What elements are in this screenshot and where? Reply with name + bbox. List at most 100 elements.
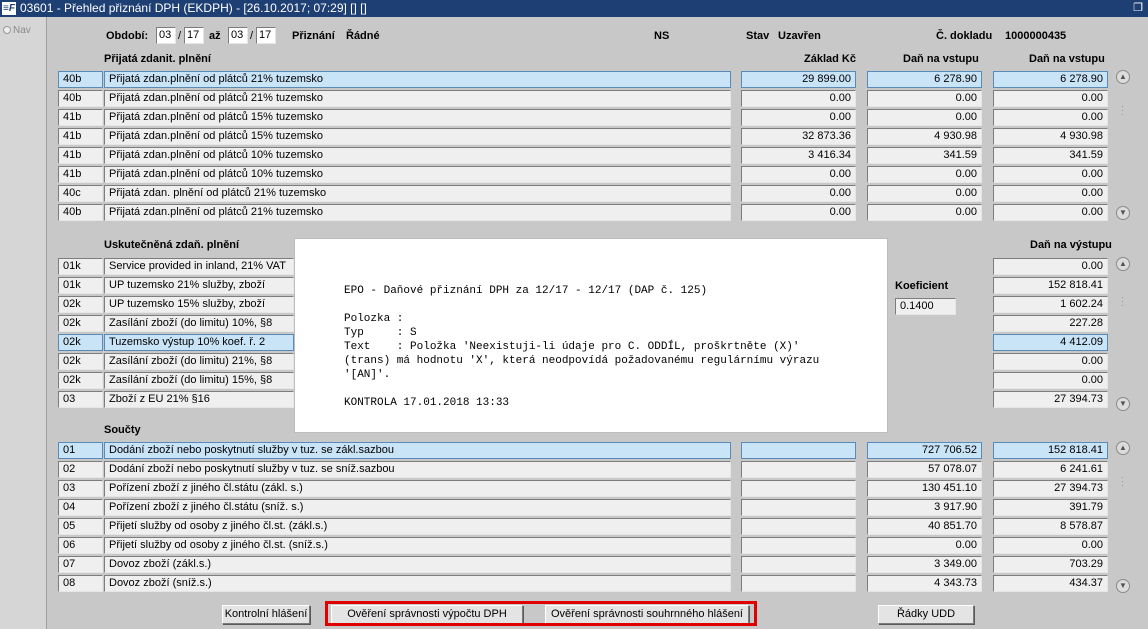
row-label-cell[interactable]: UP tuzemsko 15% služby, zboží — [104, 296, 294, 313]
row-label-cell[interactable]: Přijatá zdan.plnění od plátců 15% tuzems… — [104, 128, 731, 145]
dan-vstup-2-cell[interactable]: 0.00 — [993, 204, 1108, 221]
dan-vystup-cell[interactable]: 152 818.41 — [993, 277, 1108, 294]
dan-vstup-cell[interactable]: 0.00 — [867, 204, 982, 221]
empty-cell[interactable] — [741, 442, 856, 459]
dan-vstup-2-cell[interactable]: 6 278.90 — [993, 71, 1108, 88]
empty-cell[interactable] — [741, 537, 856, 554]
empty-cell[interactable] — [741, 461, 856, 478]
window-restore-icon[interactable]: ❐ — [1132, 2, 1144, 14]
row-label-cell[interactable]: Zasílání zboží (do limitu) 15%, §8 — [104, 372, 294, 389]
zaklad-cell[interactable]: 57 078.07 — [867, 461, 982, 478]
row-label-cell[interactable]: Přijatá zdan.plnění od plátců 21% tuzems… — [104, 71, 731, 88]
row-code-cell[interactable]: 03 — [58, 480, 103, 497]
row-label-cell[interactable]: Tuzemsko výstup 10% koef. ř. 2 — [104, 334, 294, 351]
dan-vstup-2-cell[interactable]: 0.00 — [993, 90, 1108, 107]
row-code-cell[interactable]: 04 — [58, 499, 103, 516]
zaklad-cell[interactable]: 4 343.73 — [867, 575, 982, 592]
dan-vystup-cell[interactable]: 227.28 — [993, 315, 1108, 332]
zaklad-cell[interactable]: 130 451.10 — [867, 480, 982, 497]
dan-vstup-2-cell[interactable]: 4 930.98 — [993, 128, 1108, 145]
row-label-cell[interactable]: Service provided in inland, 21% VAT — [104, 258, 294, 275]
row-code-cell[interactable]: 02k — [58, 353, 103, 370]
zaklad-cell[interactable]: 32 873.36 — [741, 128, 856, 145]
row-label-cell[interactable]: Přijetí služby od osoby z jiného čl.st. … — [104, 537, 731, 554]
row-code-cell[interactable]: 41b — [58, 128, 103, 145]
zaklad-cell[interactable]: 3 917.90 — [867, 499, 982, 516]
period-from-year-input[interactable]: 17 — [184, 27, 204, 44]
row-code-cell[interactable]: 08 — [58, 575, 103, 592]
dan-vstup-cell[interactable]: 341.59 — [867, 147, 982, 164]
dan-vstup-2-cell[interactable]: 0.00 — [993, 185, 1108, 202]
dan-cell[interactable]: 434.37 — [993, 575, 1108, 592]
zaklad-cell[interactable]: 40 851.70 — [867, 518, 982, 535]
radky-udd-button[interactable]: Řádky UDD — [878, 605, 974, 624]
dan-cell[interactable]: 391.79 — [993, 499, 1108, 516]
dan-vstup-2-cell[interactable]: 0.00 — [993, 166, 1108, 183]
row-label-cell[interactable]: Přijatá zdan.plnění od plátců 21% tuzems… — [104, 204, 731, 221]
row-label-cell[interactable]: Zasílání zboží (do limitu) 10%, §8 — [104, 315, 294, 332]
row-label-cell[interactable]: Pořízení zboží z jiného čl.státu (sníž. … — [104, 499, 731, 516]
scroll-grip-icon[interactable]: ∙ ∙ ∙ — [1121, 473, 1125, 490]
row-code-cell[interactable]: 02k — [58, 296, 103, 313]
dan-vystup-cell[interactable]: 4 412.09 — [993, 334, 1108, 351]
row-label-cell[interactable]: Přijatá zdan. plnění od plátců 21% tuzem… — [104, 185, 731, 202]
zaklad-cell[interactable]: 3 416.34 — [741, 147, 856, 164]
zaklad-cell[interactable]: 0.00 — [741, 109, 856, 126]
dan-cell[interactable]: 6 241.61 — [993, 461, 1108, 478]
dan-vystup-cell[interactable]: 0.00 — [993, 353, 1108, 370]
scroll-grip-icon[interactable]: ∙ ∙ ∙ — [1121, 293, 1125, 310]
chevron-down-icon[interactable]: ▼ — [1116, 397, 1130, 411]
row-code-cell[interactable]: 01 — [58, 442, 103, 459]
row-code-cell[interactable]: 03 — [58, 391, 103, 408]
row-label-cell[interactable]: Přijatá zdan.plnění od plátců 10% tuzems… — [104, 147, 731, 164]
row-label-cell[interactable]: Pořízení zboží z jiného čl.státu (zákl. … — [104, 480, 731, 497]
prijata-scrollbar[interactable]: ▲ ∙ ∙ ∙ ▼ — [1115, 70, 1131, 222]
row-label-cell[interactable]: Přijatá zdan.plnění od plátců 10% tuzems… — [104, 166, 731, 183]
dan-cell[interactable]: 0.00 — [993, 537, 1108, 554]
uskutecnena-scrollbar[interactable]: ▲ ∙ ∙ ∙ ▼ — [1115, 257, 1131, 412]
row-code-cell[interactable]: 40b — [58, 71, 103, 88]
row-code-cell[interactable]: 41b — [58, 166, 103, 183]
zaklad-cell[interactable]: 0.00 — [741, 166, 856, 183]
empty-cell[interactable] — [741, 575, 856, 592]
row-code-cell[interactable]: 06 — [58, 537, 103, 554]
dan-cell[interactable]: 152 818.41 — [993, 442, 1108, 459]
zaklad-cell[interactable]: 727 706.52 — [867, 442, 982, 459]
row-code-cell[interactable]: 02k — [58, 315, 103, 332]
kontrolni-hlaseni-button[interactable]: Kontrolní hlášení — [222, 605, 310, 624]
row-code-cell[interactable]: 01k — [58, 277, 103, 294]
chevron-up-icon[interactable]: ▲ — [1116, 441, 1130, 455]
zaklad-cell[interactable]: 3 349.00 — [867, 556, 982, 573]
chevron-up-icon[interactable]: ▲ — [1116, 70, 1130, 84]
row-label-cell[interactable]: Přijetí služby od osoby z jiného čl.st. … — [104, 518, 731, 535]
dan-vstup-cell[interactable]: 0.00 — [867, 109, 982, 126]
period-to-month-input[interactable]: 03 — [228, 27, 248, 44]
row-code-cell[interactable]: 41b — [58, 147, 103, 164]
row-label-cell[interactable]: Přijatá zdan.plnění od plátců 21% tuzems… — [104, 90, 731, 107]
row-code-cell[interactable]: 41b — [58, 109, 103, 126]
row-code-cell[interactable]: 40b — [58, 204, 103, 221]
period-from-month-input[interactable]: 03 — [156, 27, 176, 44]
dan-vstup-cell[interactable]: 0.00 — [867, 166, 982, 183]
chevron-down-icon[interactable]: ▼ — [1116, 579, 1130, 593]
scroll-grip-icon[interactable]: ∙ ∙ ∙ — [1121, 102, 1125, 119]
dan-vstup-cell[interactable]: 0.00 — [867, 185, 982, 202]
chevron-down-icon[interactable]: ▼ — [1116, 206, 1130, 220]
dan-vystup-cell[interactable]: 0.00 — [993, 372, 1108, 389]
dan-vstup-2-cell[interactable]: 341.59 — [993, 147, 1108, 164]
dan-cell[interactable]: 8 578.87 — [993, 518, 1108, 535]
row-code-cell[interactable]: 02k — [58, 334, 103, 351]
row-code-cell[interactable]: 07 — [58, 556, 103, 573]
nav-toggle[interactable]: Nav — [3, 25, 31, 36]
dan-vstup-2-cell[interactable]: 0.00 — [993, 109, 1108, 126]
row-code-cell[interactable]: 02 — [58, 461, 103, 478]
zaklad-cell[interactable]: 29 899.00 — [741, 71, 856, 88]
dan-vstup-cell[interactable]: 4 930.98 — [867, 128, 982, 145]
dan-vstup-cell[interactable]: 6 278.90 — [867, 71, 982, 88]
row-label-cell[interactable]: Dovoz zboží (sníž.s.) — [104, 575, 731, 592]
soucty-scrollbar[interactable]: ▲ ∙ ∙ ∙ ▼ — [1115, 441, 1131, 594]
zaklad-cell[interactable]: 0.00 — [741, 185, 856, 202]
row-label-cell[interactable]: Dovoz zboží (zákl.s.) — [104, 556, 731, 573]
dan-vstup-cell[interactable]: 0.00 — [867, 90, 982, 107]
empty-cell[interactable] — [741, 499, 856, 516]
